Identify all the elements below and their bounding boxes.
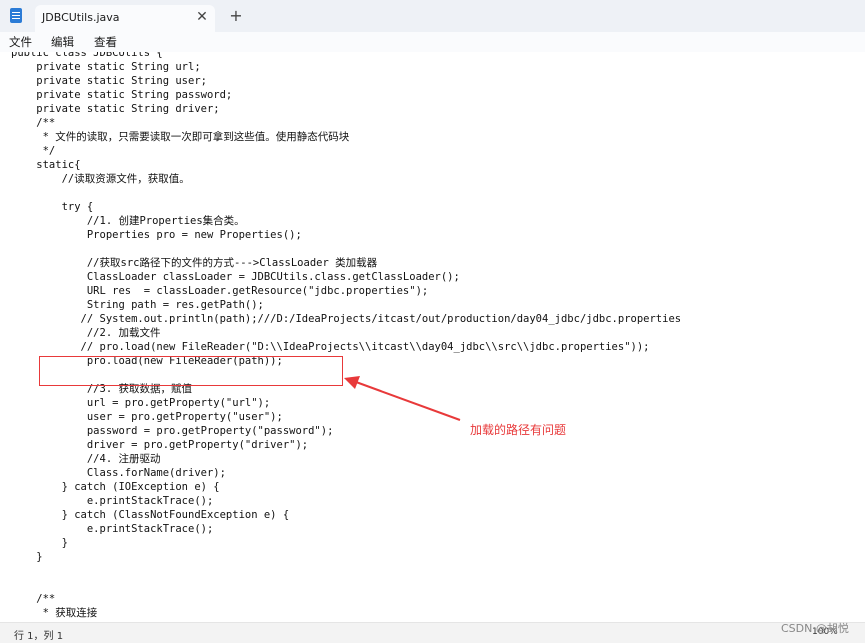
code-line: Properties pro = new Properties(); [11,229,302,241]
code-line: driver = pro.getProperty("driver"); [11,439,309,451]
menu-edit[interactable]: 编辑 [51,34,74,50]
code-line: } catch (ClassNotFoundException e) { [11,509,290,521]
menu-view[interactable]: 查看 [94,34,117,50]
code-line: e.printStackTrace(); [11,523,214,535]
highlight-box [39,356,343,386]
code-line: /** [11,117,56,129]
code-line: //1. 创建Properties集合类。 [11,215,245,227]
code-line: private static String user; [11,75,207,87]
code-line: String path = res.getPath(); [11,299,264,311]
annotation-label: 加载的路径有问题 [470,423,567,437]
code-line: public class JDBCUtils { [11,52,163,59]
code-line: private static String password; [11,89,233,101]
code-line: e.printStackTrace(); [11,495,214,507]
tab-jdbcutils[interactable]: JDBCUtils.java ✕ [35,5,215,32]
annotation-arrow [344,376,461,421]
code-line: private static String driver; [11,103,220,115]
title-bar: JDBCUtils.java ✕ + [0,0,865,32]
tab-title: JDBCUtils.java [42,11,120,24]
code-line: private static String url; [11,61,201,73]
code-line: // pro.load(new FileReader("D:\\IdeaProj… [11,341,650,353]
code-line: try { [11,201,94,213]
watermark: CSDN @胡悦 [781,622,849,635]
code-line: Class.forName(driver); [11,467,226,479]
code-line: //2. 加载文件 [11,327,161,339]
code-content[interactable]: public class JDBCUtils { private static … [11,52,681,620]
cursor-position: 行 1，列 1 [14,631,64,642]
code-line: } [11,551,43,563]
code-line: */ [11,145,56,157]
code-line: } catch (IOException e) { [11,481,220,493]
code-line: static{ [11,159,81,171]
code-line: // System.out.println(path);///D:/IdeaPr… [11,313,682,325]
notepad-icon [10,8,22,23]
code-line: } [11,537,68,549]
new-tab-button[interactable]: + [228,6,244,26]
code-line: * 文件的读取，只需要读取一次即可拿到这些值。使用静态代码块 [11,131,350,143]
code-line: /** [11,593,56,605]
code-line: //读取资源文件，获取值。 [11,173,190,185]
close-icon[interactable]: ✕ [195,8,209,26]
code-line: ClassLoader classLoader = JDBCUtils.clas… [11,271,460,283]
menu-file[interactable]: 文件 [9,34,32,50]
code-line: password = pro.getProperty("password"); [11,425,334,437]
code-line: URL res = classLoader.getResource("jdbc.… [11,285,429,297]
code-line: //4. 注册驱动 [11,453,161,465]
status-bar: 行 1，列 1 100% [0,622,865,643]
code-line: * 获取连接 [11,607,98,619]
menu-bar: 文件 编辑 查看 [0,32,865,52]
text-editor[interactable]: public class JDBCUtils { private static … [0,52,865,622]
code-line: //获取src路径下的文件的方式--->ClassLoader 类加载器 [11,257,378,269]
